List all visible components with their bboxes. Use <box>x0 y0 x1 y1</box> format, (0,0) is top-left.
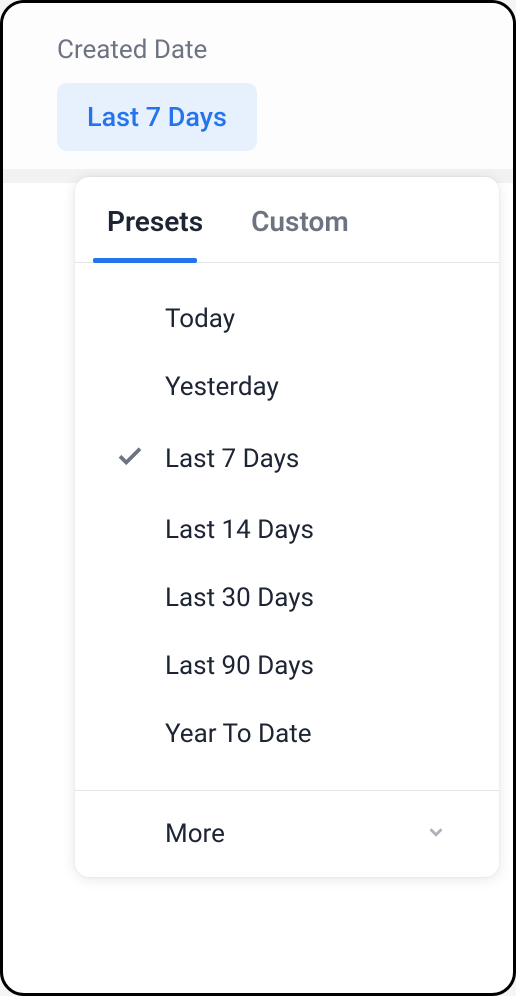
option-today[interactable]: Today <box>75 285 499 353</box>
option-last-7-days[interactable]: Last 7 Days <box>75 421 499 496</box>
option-last-90-days[interactable]: Last 90 Days <box>75 632 499 700</box>
date-filter-container: Created Date Last 7 Days Presets Custom … <box>0 0 516 996</box>
option-last-14-days[interactable]: Last 14 Days <box>75 496 499 564</box>
option-yesterday[interactable]: Yesterday <box>75 353 499 421</box>
option-label: Last 14 Days <box>165 515 314 545</box>
option-label: Last 7 Days <box>165 444 299 474</box>
option-label: Last 90 Days <box>165 651 314 681</box>
option-year-to-date[interactable]: Year To Date <box>75 700 499 768</box>
option-last-30-days[interactable]: Last 30 Days <box>75 564 499 632</box>
field-label: Created Date <box>57 35 481 65</box>
option-label: Last 30 Days <box>165 583 314 613</box>
tab-custom[interactable]: Custom <box>227 177 373 262</box>
check-icon <box>115 440 145 477</box>
preset-options-list: Today Yesterday Last 7 Days Last 14 Days <box>75 263 499 790</box>
option-label: Year To Date <box>165 719 312 749</box>
check-slot <box>115 440 165 477</box>
tabs-row: Presets Custom <box>75 177 499 263</box>
chevron-down-icon <box>425 821 447 847</box>
tab-presets[interactable]: Presets <box>83 177 227 262</box>
more-label: More <box>165 819 225 849</box>
more-toggle[interactable]: More <box>75 790 499 877</box>
date-dropdown-panel: Presets Custom Today Yesterday <box>75 177 499 877</box>
selected-date-chip[interactable]: Last 7 Days <box>57 83 257 151</box>
filter-header: Created Date Last 7 Days <box>3 3 513 169</box>
option-label: Today <box>165 304 235 334</box>
option-label: Yesterday <box>165 372 279 402</box>
